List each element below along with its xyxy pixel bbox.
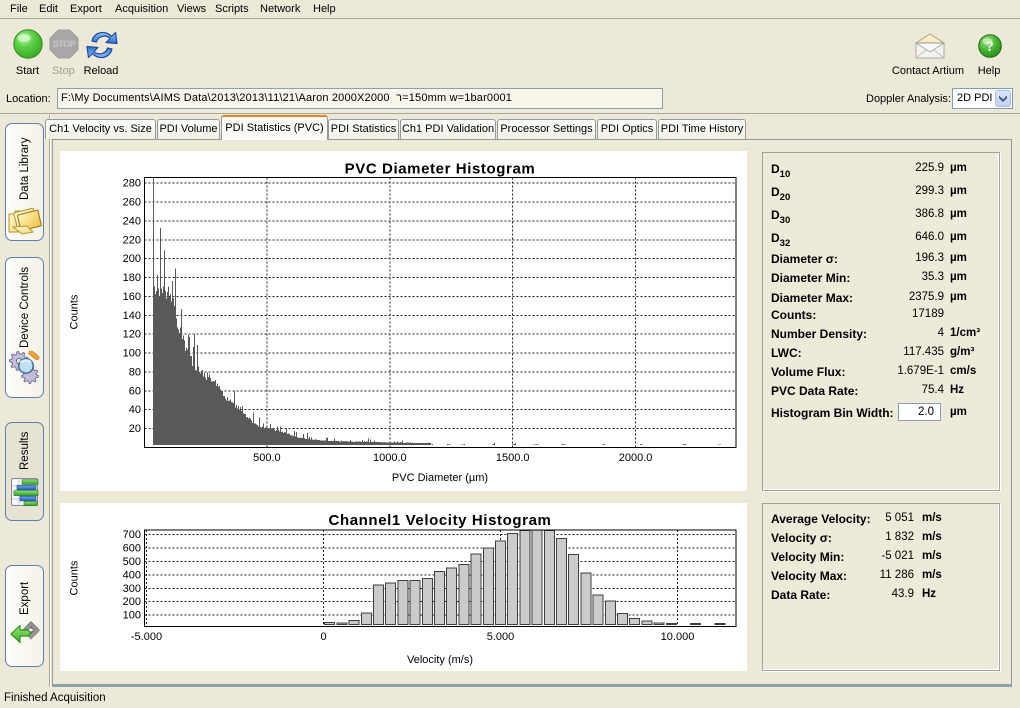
svg-text:PVC Diameter Histogram: PVC Diameter Histogram — [345, 161, 536, 178]
svg-text:200: 200 — [123, 596, 141, 608]
svg-text:1000.0: 1000.0 — [373, 452, 407, 464]
svg-text:5.000: 5.000 — [487, 631, 515, 643]
svg-text:0: 0 — [320, 631, 326, 643]
svg-text:400: 400 — [123, 569, 141, 581]
svg-text:60: 60 — [129, 385, 141, 397]
svg-text:180: 180 — [123, 272, 141, 284]
svg-text:240: 240 — [123, 216, 141, 228]
svg-text:200: 200 — [123, 253, 141, 265]
svg-text:700: 700 — [123, 529, 141, 541]
svg-text:100: 100 — [123, 610, 141, 622]
svg-text:500: 500 — [123, 556, 141, 568]
svg-text:120: 120 — [123, 329, 141, 341]
svg-text:PVC Diameter (µm): PVC Diameter (µm) — [392, 472, 488, 484]
svg-text:Velocity (m/s): Velocity (m/s) — [407, 654, 473, 666]
svg-text:140: 140 — [123, 310, 141, 322]
svg-text:600: 600 — [123, 543, 141, 555]
svg-text:100: 100 — [123, 348, 141, 360]
svg-text:Channel1 Velocity Histogram: Channel1 Velocity Histogram — [329, 512, 552, 529]
svg-text:2000.0: 2000.0 — [619, 452, 653, 464]
svg-text:Counts: Counts — [69, 294, 81, 329]
svg-text:10.000: 10.000 — [661, 631, 695, 643]
svg-text:?: ? — [986, 39, 993, 55]
svg-text:280: 280 — [123, 178, 141, 190]
svg-text:-5.000: -5.000 — [131, 631, 162, 643]
svg-text:80: 80 — [129, 367, 141, 379]
svg-text:500.0: 500.0 — [253, 452, 281, 464]
svg-text:20: 20 — [129, 423, 141, 435]
svg-text:160: 160 — [123, 291, 141, 303]
svg-text:1500.0: 1500.0 — [496, 452, 530, 464]
svg-text:Counts: Counts — [69, 560, 81, 595]
svg-text:40: 40 — [129, 404, 141, 416]
svg-text:STOP: STOP — [53, 39, 76, 49]
svg-text:220: 220 — [123, 234, 141, 246]
svg-text:260: 260 — [123, 197, 141, 209]
svg-text:300: 300 — [123, 583, 141, 595]
